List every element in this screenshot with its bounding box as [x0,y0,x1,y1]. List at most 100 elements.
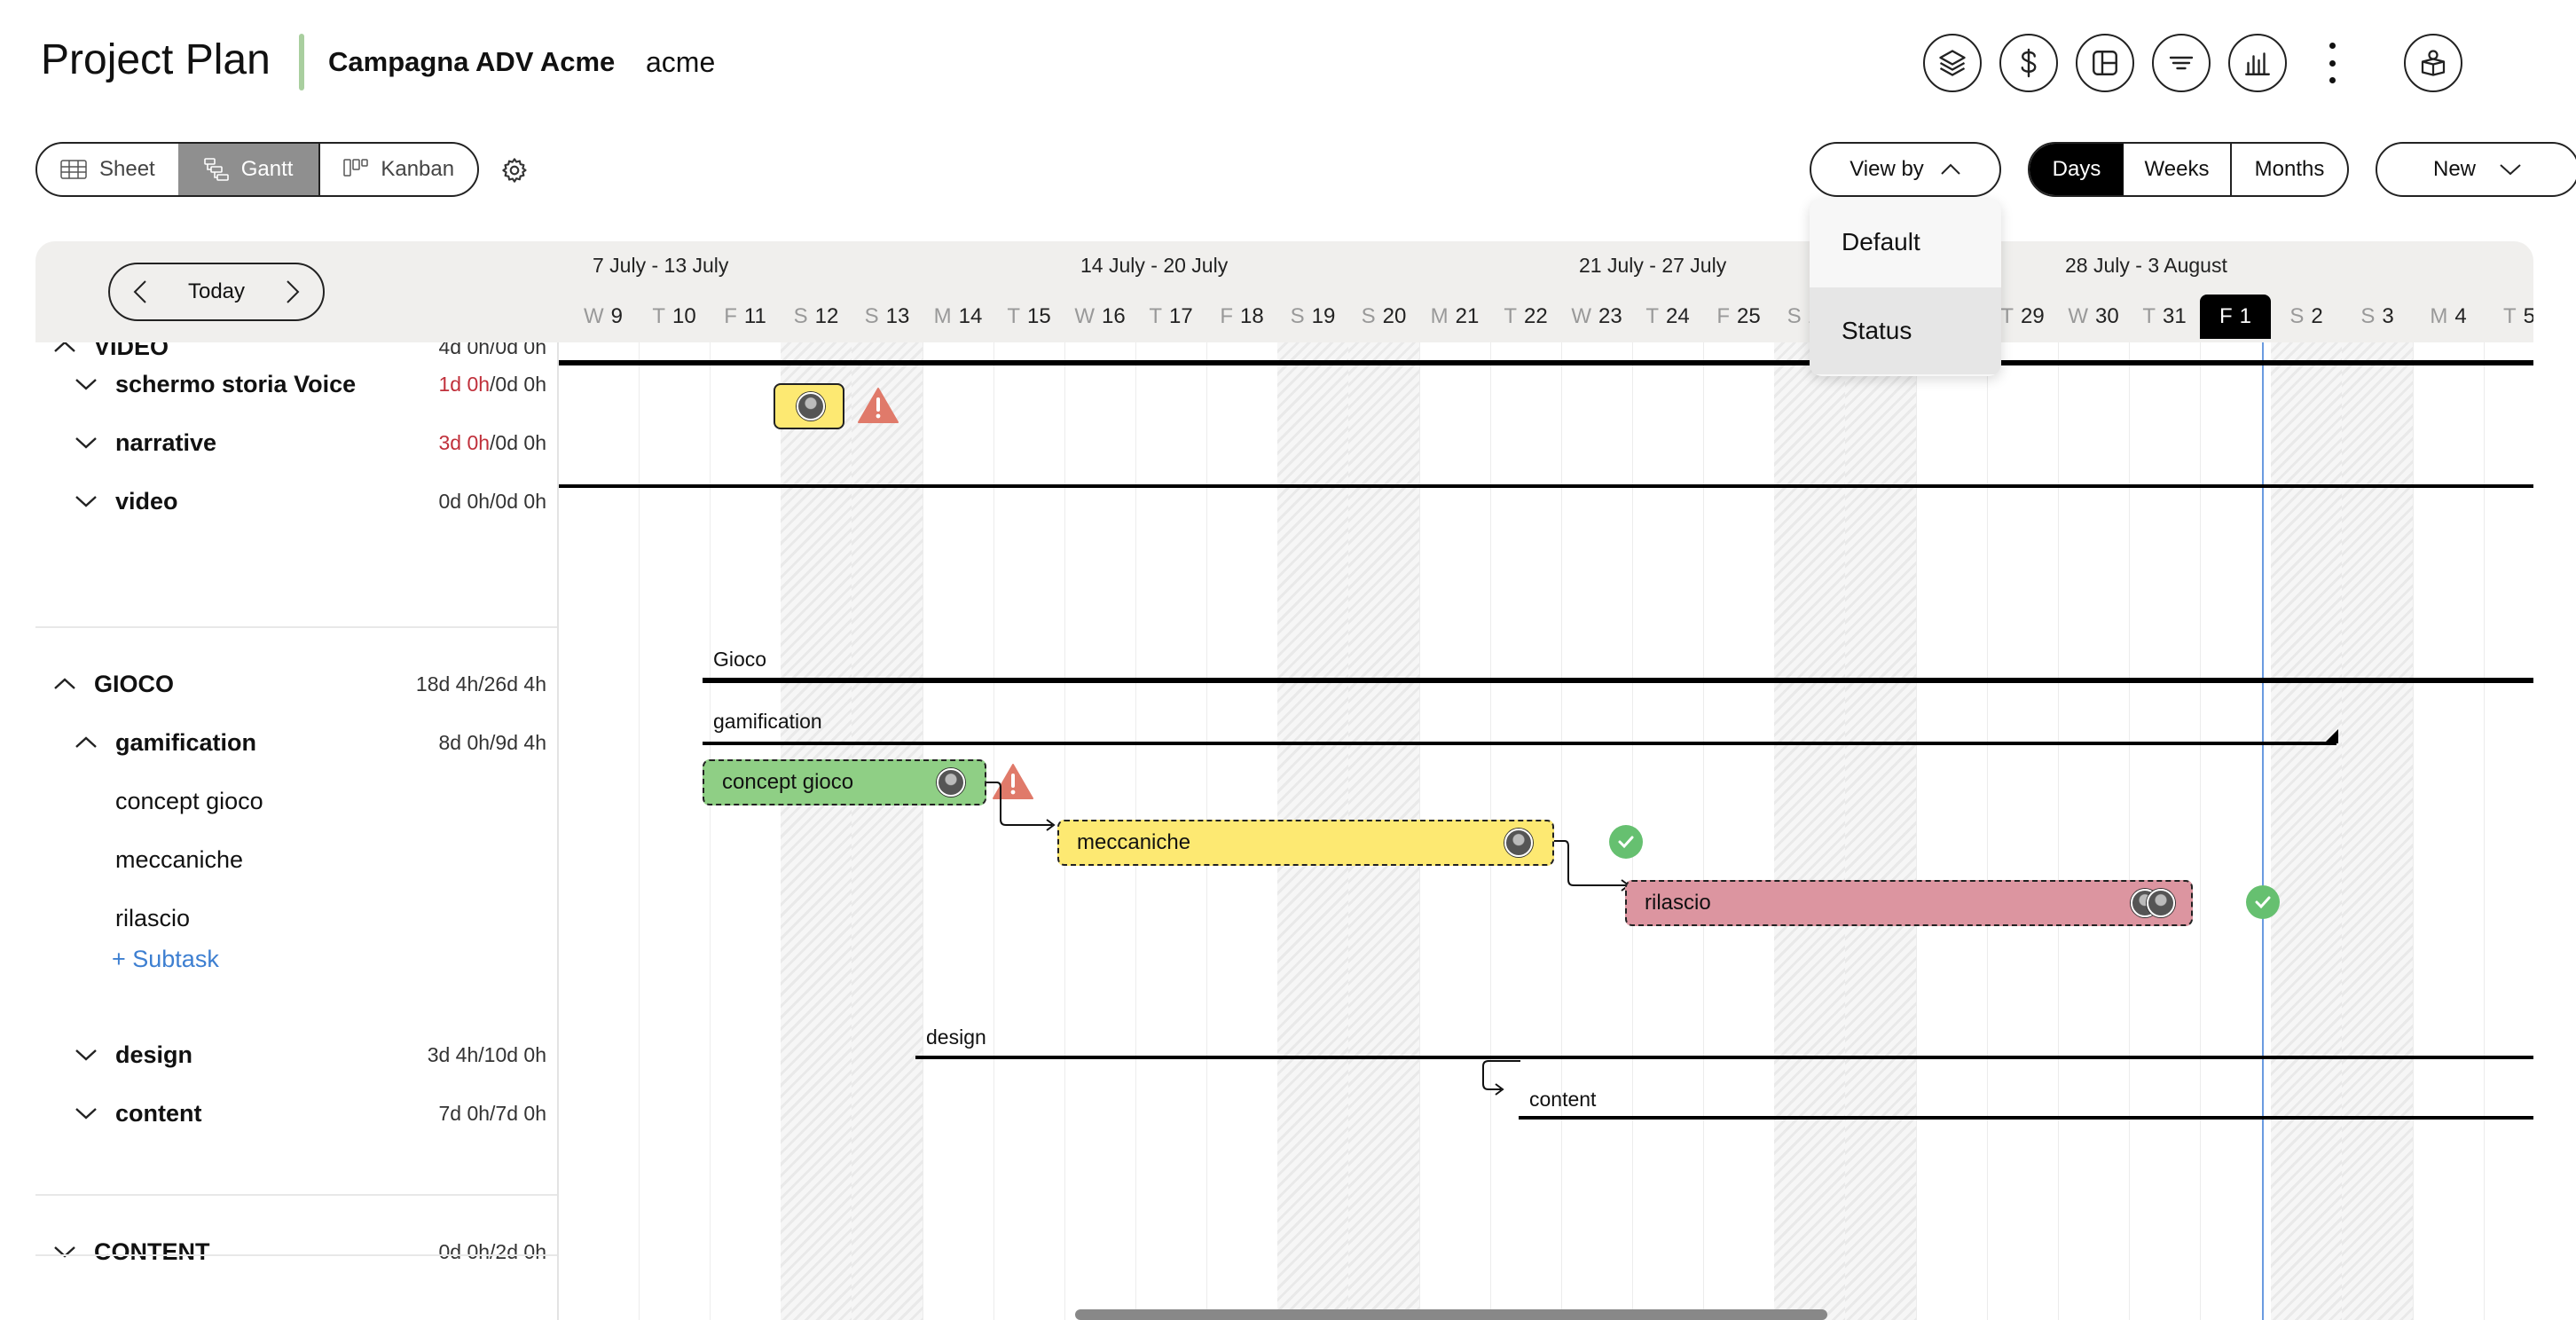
task-name: meccaniche [115,845,244,873]
chevron-up-icon[interactable] [51,671,78,697]
group-separator [35,626,557,628]
task-bar-schermo[interactable] [774,383,844,429]
tab-kanban[interactable]: Kanban [318,144,477,195]
task-hours: 1d 0h/0d 0h [438,373,546,397]
gantt-icon [203,158,229,181]
task-bar-meccaniche[interactable]: meccaniche [1057,820,1554,866]
task-row-gamification[interactable]: gamification 8d 0h/9d 4h [35,713,557,772]
day-letter: F [1220,304,1233,328]
scale-months[interactable]: Months [2230,144,2347,195]
task-row-concept[interactable]: concept gioco [35,772,557,830]
weekend-column [2342,342,2413,1320]
task-bar-rilascio[interactable]: rilascio [1625,880,2193,926]
day-header: M 14 [923,295,993,339]
task-row-gioco[interactable]: GIOCO 18d 4h/26d 4h [35,655,557,713]
end-marker [2324,729,2338,743]
task-hours: 0d 0h/2d 0h [438,1239,546,1263]
week-label: 21 July - 27 July [1579,254,1727,277]
task-hours: 3d 4h/10d 0h [427,1042,546,1066]
day-number: 20 [1382,304,1407,328]
task-row-content[interactable]: content 7d 0h/7d 0h [35,1084,557,1143]
day-number: 29 [2020,304,2045,328]
task-row-design[interactable]: design 3d 4h/10d 0h [35,1025,557,1084]
day-header: S 19 [1277,295,1348,339]
day-number: 30 [2094,304,2119,328]
task-bar-label: concept gioco [722,770,854,794]
view-by-button[interactable]: View by [1810,142,2001,197]
day-header: S 13 [852,295,923,339]
view-by-option-default[interactable]: Default [1810,199,2001,286]
day-gridline [2200,342,2201,1320]
day-letter: M [2430,304,2448,328]
user-box-button[interactable] [2404,34,2462,92]
more-vertical-icon[interactable] [2322,43,2342,83]
task-list: VIDEO 4d 0h/0d 0h schermo storia Voice 1… [35,342,559,1320]
task-hours: 18d 4h/26d 4h [415,672,546,695]
day-letter: T [652,304,665,328]
chevron-down-icon[interactable] [51,1238,78,1265]
layout-button[interactable] [2076,34,2134,92]
chevron-down-icon[interactable] [73,1100,99,1127]
task-bar-concept-gioco[interactable]: concept gioco [703,759,986,805]
add-subtask-link[interactable]: + Subtask [112,946,219,973]
task-row-rilascio[interactable]: rilascio [35,889,557,947]
week-label: 7 July - 13 July [593,254,729,277]
day-letter: W [1571,304,1591,328]
week-label: 28 July - 3 August [2065,254,2227,277]
task-row-video[interactable]: video 0d 0h/0d 0h [35,472,557,530]
chevron-down-icon[interactable] [73,371,99,397]
day-header: T 24 [1632,295,1703,339]
today-marker-line [2262,342,2264,1320]
time-scale-switch: Days Weeks Months [2028,142,2349,197]
group-separator [35,1194,557,1196]
gantt-label-gioco: Gioco [713,648,767,671]
task-row-content-group[interactable]: CONTENT 0d 0h/2d 0h [35,1222,557,1281]
chevron-left-icon[interactable] [133,279,147,304]
day-gridline [2413,342,2414,1320]
tab-kanban-label: Kanban [381,157,455,181]
chevron-down-icon[interactable] [73,488,99,515]
day-number: 25 [1736,304,1761,328]
dollar-icon [2021,48,2037,78]
task-name: gamification [115,728,257,756]
day-header: T 17 [1135,295,1206,339]
filter-button[interactable] [2152,34,2211,92]
task-name: content [115,1099,202,1127]
day-letter: T [2000,304,2014,328]
day-header: W 16 [1064,295,1135,339]
new-button-label: New [2432,157,2476,181]
gear-icon[interactable] [500,156,529,185]
timeline-header: Today 7 July - 13 July 14 July - 20 July… [35,241,2533,342]
tab-gantt[interactable]: Gantt [177,144,319,195]
day-header: M 21 [1419,295,1490,339]
day-number: 22 [1523,304,1548,328]
view-by-option-status[interactable]: Status [1810,287,2001,374]
today-button[interactable]: Today [188,279,245,304]
budget-button[interactable] [1999,34,2058,92]
task-row-narrative[interactable]: narrative 3d 0h/0d 0h [35,413,557,472]
done-check-icon [2246,885,2280,919]
task-row-schermo[interactable]: schermo storia Voice 1d 0h/0d 0h [35,355,557,413]
chevron-down-icon[interactable] [73,429,99,456]
task-hours: 0d 0h/0d 0h [438,489,546,513]
day-letter: S [2289,304,2305,328]
tab-sheet[interactable]: Sheet [37,144,178,195]
task-row-meccaniche[interactable]: meccaniche [35,830,557,889]
page-title: Project Plan [41,36,271,83]
day-gridline [710,342,711,1320]
layers-button[interactable] [1923,34,1982,92]
weekend-column [852,342,923,1320]
chevron-down-icon[interactable] [73,1041,99,1068]
new-button[interactable]: New [2376,142,2576,197]
day-letter: T [1149,304,1162,328]
day-header: W 30 [2058,295,2129,339]
scale-days[interactable]: Days [2030,144,2124,195]
project-name: Campagna ADV Acme [328,46,616,77]
reports-button[interactable] [2228,34,2287,92]
dependency-arrow [1482,1060,1520,1096]
scale-weeks[interactable]: Weeks [2124,144,2230,195]
chevron-up-icon[interactable] [73,729,99,756]
chevron-right-icon[interactable] [286,279,300,304]
horizontal-scrollbar[interactable] [1075,1309,1827,1320]
group-bar-gioco [703,678,2533,683]
